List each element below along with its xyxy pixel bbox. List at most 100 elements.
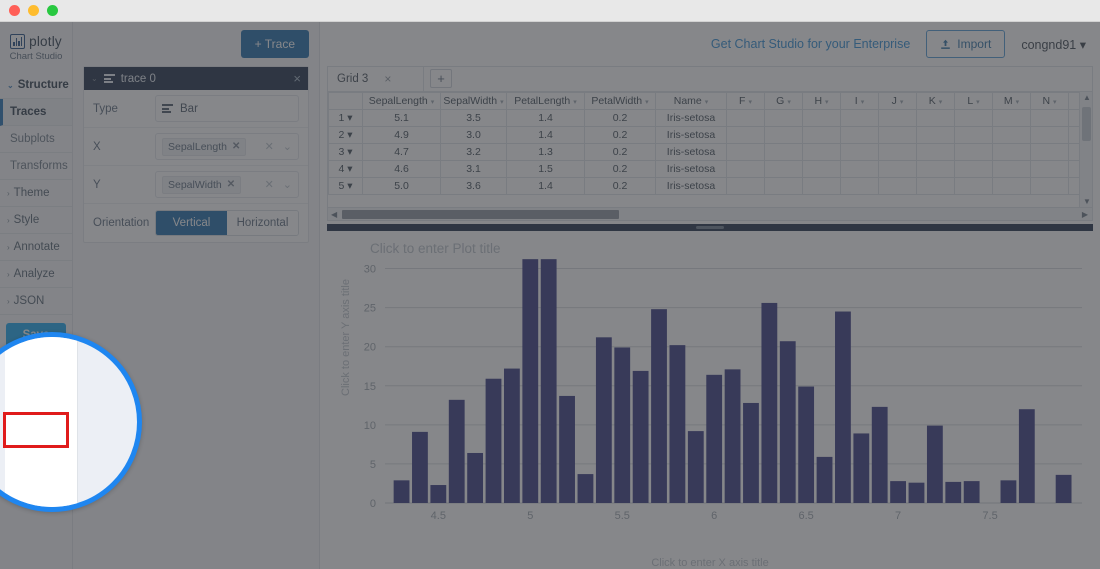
table-cell[interactable] <box>802 177 841 195</box>
table-cell[interactable]: Iris-setosa <box>655 143 727 161</box>
table-cell[interactable] <box>840 143 879 161</box>
bar[interactable] <box>577 474 594 503</box>
chevron-down-icon[interactable]: ⌄ <box>283 178 292 191</box>
chevron-down-icon[interactable]: ⌄ <box>91 74 98 83</box>
table-cell[interactable] <box>802 160 841 178</box>
remove-y-column-icon[interactable]: ✕ <box>227 179 235 190</box>
column-header-h[interactable]: H ▾ <box>802 92 841 110</box>
sidebar-item-transforms[interactable]: Transforms <box>0 153 72 180</box>
bar[interactable] <box>798 386 815 503</box>
table-cell[interactable] <box>878 160 917 178</box>
table-cell[interactable] <box>878 143 917 161</box>
enterprise-link[interactable]: Get Chart Studio for your Enterprise <box>711 37 910 51</box>
grid-tab-grid3[interactable]: Grid 3 × <box>328 67 424 91</box>
column-header-g[interactable]: G ▾ <box>764 92 803 110</box>
chevron-down-icon[interactable]: ▾ <box>431 99 435 106</box>
table-cell[interactable] <box>992 109 1031 127</box>
scroll-left-icon[interactable]: ◀ <box>331 210 337 219</box>
table-row[interactable]: 3 ▾ 4.7 3.2 1.3 0.2 Iris-setosa <box>328 143 1092 161</box>
user-menu[interactable]: congnd91 ▾ <box>1021 37 1086 52</box>
row-header[interactable]: 3 ▾ <box>328 143 363 161</box>
column-header-name[interactable]: Name ▾ <box>655 92 727 110</box>
bar[interactable] <box>1018 409 1035 503</box>
table-cell[interactable] <box>802 109 841 127</box>
bar[interactable] <box>614 347 631 503</box>
column-header-k[interactable]: K ▾ <box>916 92 955 110</box>
table-cell[interactable]: 1.5 <box>506 160 585 178</box>
table-row[interactable]: 5 ▾ 5.0 3.6 1.4 0.2 Iris-setosa <box>328 177 1092 195</box>
chevron-down-icon[interactable]: ⌄ <box>283 140 292 153</box>
column-header-i[interactable]: I ▾ <box>840 92 879 110</box>
chevron-down-icon[interactable]: ▾ <box>705 99 709 106</box>
remove-x-column-icon[interactable]: ✕ <box>232 141 240 152</box>
grid-vscroll-thumb[interactable] <box>1082 107 1091 141</box>
table-cell[interactable]: 5.0 <box>362 177 441 195</box>
column-header-n[interactable]: N ▾ <box>1030 92 1069 110</box>
bar[interactable] <box>724 369 741 503</box>
close-icon[interactable]: × <box>384 72 391 86</box>
orientation-horizontal-option[interactable]: Horizontal <box>227 211 298 235</box>
sidebar-section-analyze[interactable]: › Analyze <box>0 261 72 288</box>
x-column-chip[interactable]: SepalLength ✕ <box>162 137 247 156</box>
clear-x-icon[interactable]: ✕ <box>265 140 274 153</box>
row-header[interactable]: 5 ▾ <box>328 177 363 195</box>
table-cell[interactable] <box>1030 160 1069 178</box>
trace-card-header[interactable]: ⌄ trace 0 × <box>84 67 308 90</box>
bar[interactable] <box>595 337 612 503</box>
bar[interactable] <box>559 395 575 503</box>
bar[interactable] <box>430 485 447 503</box>
bar[interactable] <box>448 399 465 503</box>
table-cell[interactable]: 1.3 <box>506 143 585 161</box>
chevron-down-icon[interactable]: ▾ <box>825 99 829 106</box>
orientation-vertical-option[interactable]: Vertical <box>156 211 227 235</box>
chevron-down-icon[interactable]: ▾ <box>939 99 943 106</box>
table-cell[interactable]: 5.1 <box>362 109 441 127</box>
chevron-down-icon[interactable]: ▾ <box>347 146 352 158</box>
zoom-window-icon[interactable] <box>47 5 58 16</box>
add-trace-button[interactable]: + Trace <box>240 30 309 58</box>
bar[interactable] <box>651 309 667 503</box>
bar[interactable] <box>945 481 962 503</box>
row-header[interactable]: 1 ▾ <box>328 109 363 127</box>
column-header-petalwidth[interactable]: PetalWidth ▾ <box>584 92 656 110</box>
table-cell[interactable] <box>878 177 917 195</box>
table-cell[interactable] <box>726 177 765 195</box>
table-cell[interactable]: 3.1 <box>440 160 507 178</box>
chevron-down-icon[interactable]: ▾ <box>347 163 352 175</box>
table-cell[interactable] <box>802 143 841 161</box>
table-cell[interactable] <box>916 126 955 144</box>
table-cell[interactable] <box>916 109 955 127</box>
bar[interactable] <box>522 259 539 503</box>
table-row[interactable]: 2 ▾ 4.9 3.0 1.4 0.2 Iris-setosa <box>328 126 1092 144</box>
grid-hscroll-thumb[interactable] <box>342 210 619 219</box>
bar[interactable] <box>835 311 851 503</box>
table-cell[interactable] <box>802 126 841 144</box>
chevron-down-icon[interactable]: ▾ <box>347 112 352 124</box>
trace-type-select[interactable]: Bar <box>155 95 299 122</box>
table-cell[interactable]: Iris-setosa <box>655 177 727 195</box>
table-cell[interactable] <box>764 177 803 195</box>
sidebar-section-json[interactable]: › JSON <box>0 288 72 315</box>
table-cell[interactable] <box>840 177 879 195</box>
bar[interactable] <box>393 480 410 503</box>
chevron-down-icon[interactable]: ▾ <box>347 180 352 192</box>
x-axis-title-placeholder[interactable]: Click to enter X axis title <box>320 557 1100 569</box>
column-header-sepalwidth[interactable]: SepalWidth ▾ <box>440 92 507 110</box>
trace-x-field[interactable]: SepalLength ✕ ✕ ⌄ <box>155 133 299 160</box>
table-cell[interactable] <box>726 126 765 144</box>
close-trace-icon[interactable]: × <box>293 71 301 86</box>
chevron-down-icon[interactable]: ▾ <box>748 99 752 106</box>
sidebar-section-theme[interactable]: › Theme <box>0 180 72 207</box>
table-cell[interactable] <box>992 126 1031 144</box>
chevron-down-icon[interactable]: ▾ <box>573 99 577 106</box>
table-cell[interactable]: Iris-setosa <box>655 126 727 144</box>
table-cell[interactable]: Iris-setosa <box>655 109 727 127</box>
chart-area[interactable]: Click to enter Plot title Click to enter… <box>320 231 1100 569</box>
chevron-down-icon[interactable]: ▾ <box>787 99 791 106</box>
table-cell[interactable] <box>764 109 803 127</box>
column-header-j[interactable]: J ▾ <box>878 92 917 110</box>
bar[interactable] <box>687 431 704 503</box>
clear-y-icon[interactable]: ✕ <box>265 178 274 191</box>
scroll-up-icon[interactable]: ▲ <box>1083 93 1091 102</box>
bar[interactable] <box>467 452 484 503</box>
